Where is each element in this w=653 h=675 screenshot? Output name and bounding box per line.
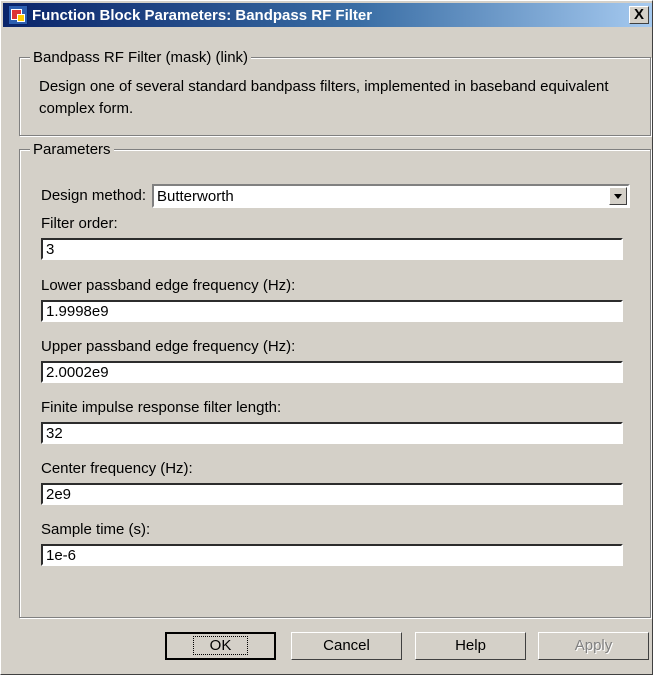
cancel-button[interactable]: Cancel bbox=[291, 632, 402, 660]
description-text: Design one of several standard bandpass … bbox=[39, 78, 609, 117]
title-bar[interactable]: Function Block Parameters: Bandpass RF F… bbox=[3, 3, 652, 27]
description-legend: Bandpass RF Filter (mask) (link) bbox=[30, 49, 252, 66]
window-title: Function Block Parameters: Bandpass RF F… bbox=[32, 6, 373, 24]
simulink-block-icon bbox=[8, 5, 28, 25]
apply-button: Apply bbox=[538, 632, 649, 660]
help-button[interactable]: Help bbox=[415, 632, 526, 660]
ok-button-label: OK bbox=[192, 636, 249, 655]
upper-passband-field[interactable]: 2.0002e9 bbox=[41, 361, 623, 383]
fir-length-field[interactable]: 32 bbox=[41, 422, 623, 444]
center-frequency-label: Center frequency (Hz): bbox=[41, 460, 193, 477]
center-frequency-field[interactable]: 2e9 bbox=[41, 483, 623, 505]
design-method-label: Design method: bbox=[41, 187, 147, 204]
close-button[interactable]: X bbox=[629, 6, 649, 24]
parameters-legend: Parameters bbox=[30, 141, 114, 158]
dialog-window: Function Block Parameters: Bandpass RF F… bbox=[0, 0, 653, 675]
sample-time-field[interactable]: 1e-6 bbox=[41, 544, 623, 566]
sample-time-label: Sample time (s): bbox=[41, 521, 151, 538]
ok-button[interactable]: OK bbox=[165, 632, 276, 660]
design-method-select[interactable]: Butterworth bbox=[152, 184, 630, 208]
design-method-value: Butterworth bbox=[157, 188, 234, 205]
lower-passband-label: Lower passband edge frequency (Hz): bbox=[41, 277, 296, 294]
filter-order-field[interactable]: 3 bbox=[41, 238, 623, 260]
upper-passband-label: Upper passband edge frequency (Hz): bbox=[41, 338, 296, 355]
chevron-down-icon[interactable] bbox=[609, 187, 627, 205]
close-icon: X bbox=[633, 6, 644, 23]
filter-order-label: Filter order: bbox=[41, 215, 118, 232]
fir-length-label: Finite impulse response filter length: bbox=[41, 399, 282, 416]
lower-passband-field[interactable]: 1.9998e9 bbox=[41, 300, 623, 322]
